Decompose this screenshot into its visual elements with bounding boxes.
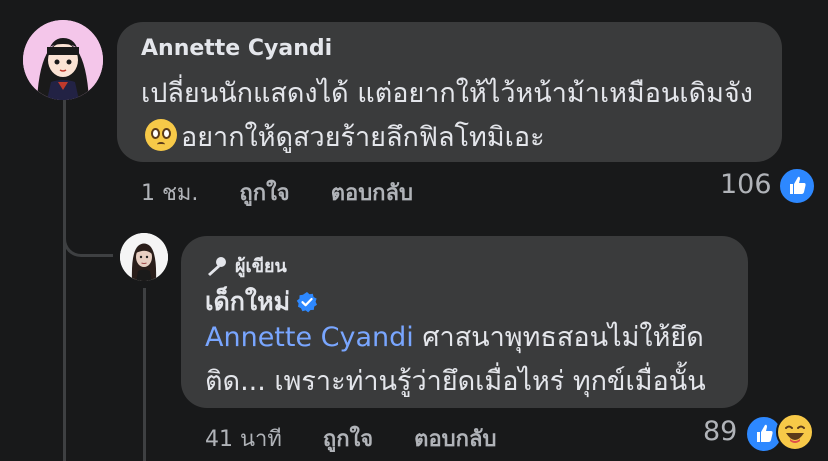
reply-thread-line xyxy=(143,288,146,461)
pleading-face-emoji-icon xyxy=(145,119,177,151)
microphone-icon xyxy=(208,257,226,276)
comment-actions: 1 ชม. ถูกใจ ตอบกลับ xyxy=(141,175,447,210)
reply-text: Annette Cyandi ศาสนาพุทธสอนไม่ให้ยึดติด.… xyxy=(205,316,745,404)
author-badge: ผู้เขียน xyxy=(205,251,287,280)
comment-text: เปลี่ยนนักแสดงได้ แต่อยากให้ไว้หน้าม้าเห… xyxy=(141,72,771,160)
reply-button[interactable]: ตอบกลับ xyxy=(331,181,413,206)
comment-thread: Annette Cyandi เปลี่ยนนักแสดงได้ แต่อยาก… xyxy=(0,0,828,461)
comment-text-part-1: เปลี่ยนนักแสดงได้ แต่อยากให้ไว้หน้าม้าเห… xyxy=(141,78,753,109)
reply-reaction-count[interactable]: 89 xyxy=(703,416,737,447)
reply-time[interactable]: 41 นาที xyxy=(205,427,282,452)
avatar[interactable] xyxy=(23,20,103,100)
haha-reaction-icon[interactable] xyxy=(776,413,814,451)
like-button[interactable]: ถูกใจ xyxy=(239,181,289,206)
reply-author-name[interactable]: เด็กใหม่ xyxy=(205,287,290,316)
reply-actions: 41 นาที ถูกใจ ตอบกลับ xyxy=(205,421,530,456)
thread-line xyxy=(63,100,66,461)
reaction-count[interactable]: 106 xyxy=(720,169,772,200)
comment-time[interactable]: 1 ชม. xyxy=(141,181,198,206)
reply-reply-button[interactable]: ตอบกลับ xyxy=(414,427,496,452)
reply-avatar[interactable] xyxy=(120,233,168,281)
like-reaction-icon[interactable] xyxy=(778,167,816,205)
reply-like-button[interactable]: ถูกใจ xyxy=(323,427,373,452)
verified-badge-icon xyxy=(296,292,318,313)
comment-text-part-2: อยากให้ดูสวยร้ายลึกฟิลโทมิเอะ xyxy=(181,122,545,153)
comment-author[interactable]: Annette Cyandi xyxy=(141,36,332,61)
thread-connector xyxy=(63,205,113,257)
mention-link[interactable]: Annette Cyandi xyxy=(205,322,414,353)
author-badge-label: ผู้เขียน xyxy=(235,256,287,277)
